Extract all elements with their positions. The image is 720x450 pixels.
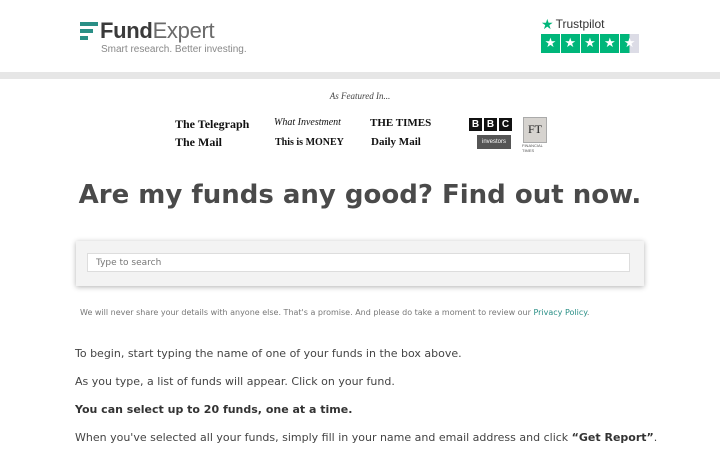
privacy-policy-link[interactable]: Privacy Policy [533, 308, 586, 317]
page-headline: Are my funds any good? Find out now. [78, 180, 642, 210]
instruction-line-bold: You can select up to 20 funds, one at a … [75, 403, 353, 416]
press-logo-the-times: THE TIMES [370, 117, 432, 129]
press-logo-investors-chronicle: investors chronicle [477, 135, 511, 159]
press-logo-bbc: BBC [469, 118, 512, 131]
trustpilot-widget[interactable]: ★ Trustpilot ★ ★ ★ ★ ★ [541, 17, 639, 53]
star-icon: ★ [560, 34, 580, 53]
privacy-notice: We will never share your details with an… [80, 308, 590, 317]
instruction-line: As you type, a list of funds will appear… [75, 375, 395, 388]
star-icon: ★ [600, 34, 620, 53]
search-panel [76, 241, 644, 286]
press-logo-this-is-money: This is MONEY [275, 137, 344, 148]
star-icon: ★ [541, 16, 554, 32]
press-logo-ft: FT [523, 117, 547, 143]
press-logo-the-mail: The Mail [175, 135, 222, 149]
trustpilot-label: Trustpilot [555, 17, 605, 31]
logo-wordmark: FundExpert [100, 18, 215, 43]
star-icon: ★ [580, 34, 600, 53]
press-logo-telegraph: The Telegraph [175, 117, 250, 131]
press-logo-daily-mail: Daily Mail [371, 136, 421, 148]
featured-heading: As Featured In... [329, 91, 391, 101]
fund-search-input[interactable] [87, 253, 630, 272]
instruction-line: To begin, start typing the name of one o… [75, 347, 462, 360]
site-header: FundExpert Smart research. Better invest… [0, 0, 720, 72]
header-divider [0, 72, 720, 79]
trustpilot-stars: ★ ★ ★ ★ ★ [541, 34, 639, 53]
star-icon: ★ [541, 34, 560, 53]
logo-tagline: Smart research. Better investing. [101, 44, 247, 55]
press-logo-what-investment: What Investment [274, 117, 341, 128]
half-star-icon: ★ [620, 34, 639, 53]
logo-mark-icon [80, 22, 98, 40]
instruction-line: When you've selected all your funds, sim… [75, 431, 658, 444]
